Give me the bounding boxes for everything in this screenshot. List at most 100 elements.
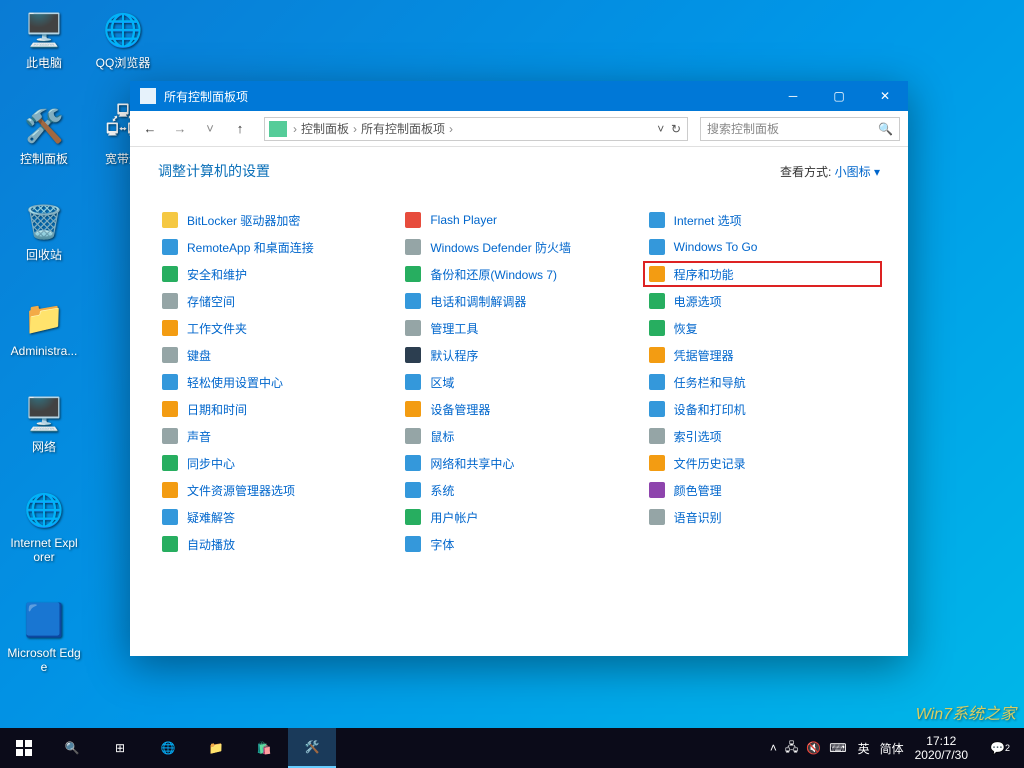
breadcrumb-item[interactable]: 所有控制面板项 [359,120,447,137]
explorer-options-icon [161,481,179,499]
search-input[interactable]: 搜索控制面板 🔍 [700,117,900,141]
cp-item-label: 安全和维护 [187,266,247,283]
language-bar[interactable]: 英 简体 [855,739,907,758]
cp-item-phone-modem[interactable]: 电话和调制解调器 [401,290,636,312]
edge-taskbar-icon[interactable]: 🌐 [144,728,192,768]
breadcrumb[interactable]: › 控制面板 › 所有控制面板项 › ˅ ↻ [264,117,688,141]
cp-item-label: 设备管理器 [430,401,490,418]
tray-overflow-icon[interactable]: ˄ [770,741,777,755]
cp-item-system[interactable]: 系统 [401,479,636,501]
cp-item-fonts[interactable]: 字体 [401,533,636,555]
cp-item-storage[interactable]: 存储空间 [158,290,393,312]
clock[interactable]: 17:12 2020/7/30 [907,734,976,762]
cp-item-user-accounts[interactable]: 用户帐户 [401,506,636,528]
network-tray-icon[interactable]: 🖧 [785,738,798,759]
desktop-icon-recycle-bin[interactable]: 🗑️回收站 [7,200,81,262]
cp-item-label: 工作文件夹 [187,320,247,337]
chevron-right-icon: › [447,122,455,136]
cp-item-mouse[interactable]: 鼠标 [401,425,636,447]
cp-item-workfolders[interactable]: 工作文件夹 [158,317,393,339]
qq-browser-icon: 🌐 [101,8,145,52]
administrator-icon: 📁 [22,296,66,340]
cp-item-default-programs[interactable]: 默认程序 [401,344,636,366]
cp-item-troubleshoot[interactable]: 疑难解答 [158,506,393,528]
cp-item-label: 程序和功能 [674,266,734,283]
cp-item-devices-printers[interactable]: 设备和打印机 [645,398,880,420]
cp-item-ease-of-access[interactable]: 轻松使用设置中心 [158,371,393,393]
cp-item-sound[interactable]: 声音 [158,425,393,447]
cp-item-recovery[interactable]: 恢复 [645,317,880,339]
cp-item-label: 设备和打印机 [674,401,746,418]
close-button[interactable]: ✕ [862,81,908,111]
watermark: Win7系统之家 [916,700,1016,724]
desktop-icon-this-pc[interactable]: 🖥️此电脑 [7,8,81,70]
maximize-button[interactable]: ▢ [816,81,862,111]
desktop-icon-label: Microsoft Edge [7,646,81,674]
desktop-icon-network[interactable]: 🖥️网络 [7,392,81,454]
action-center-button[interactable]: 💬2 [976,728,1024,768]
desktop-icon-internet-explorer[interactable]: 🌐Internet Explorer [7,488,81,564]
cp-item-region[interactable]: 区域 [401,371,636,393]
desktop-icon-microsoft-edge[interactable]: 🟦Microsoft Edge [7,598,81,674]
control-panel-shortcut-icon: 🛠️ [22,104,66,148]
cp-item-security[interactable]: 安全和维护 [158,263,393,285]
cp-item-file-history[interactable]: 文件历史记录 [645,452,880,474]
ease-of-access-icon [161,373,179,391]
cp-item-taskbar-nav[interactable]: 任务栏和导航 [645,371,880,393]
breadcrumb-item[interactable]: 控制面板 [299,120,351,137]
cp-item-speech[interactable]: 语音识别 [645,506,880,528]
cp-item-internet-options[interactable]: Internet 选项 [645,209,880,231]
cp-item-credential-manager[interactable]: 凭据管理器 [645,344,880,366]
cp-item-label: 默认程序 [430,347,478,364]
cp-item-label: 区域 [430,374,454,391]
cp-item-autoplay[interactable]: 自动播放 [158,533,393,555]
control-panel-taskbar-icon[interactable]: 🛠️ [288,728,336,768]
tray: ˄ 🖧 🔇 ⌨ [762,738,855,759]
cp-item-backup-win7[interactable]: 备份和还原(Windows 7) [401,263,636,285]
start-button[interactable] [0,728,48,768]
recent-dropdown[interactable]: ˅ [198,121,222,136]
cp-item-label: 声音 [187,428,211,445]
cp-item-date-time[interactable]: 日期和时间 [158,398,393,420]
forward-button[interactable]: → [168,121,192,136]
default-programs-icon [404,346,422,364]
minimize-button[interactable]: ─ [770,81,816,111]
cp-item-admin-tools[interactable]: 管理工具 [401,317,636,339]
task-view-button[interactable]: ⊞ [96,728,144,768]
cp-item-explorer-options[interactable]: 文件资源管理器选项 [158,479,393,501]
search-button[interactable]: 🔍 [48,728,96,768]
cp-item-label: 电话和调制解调器 [430,293,526,310]
desktop-icon-qq-browser[interactable]: 🌐QQ浏览器 [86,8,160,70]
power-options-icon [648,292,666,310]
taskbar: 🔍 ⊞ 🌐 📁 🛍️ 🛠️ ˄ 🖧 🔇 ⌨ 英 简体 17:12 2020/7/… [0,728,1024,768]
network-sharing-icon [404,454,422,472]
cp-item-bitlocker[interactable]: BitLocker 驱动器加密 [158,209,393,231]
ime-tray-icon[interactable]: ⌨ [829,741,846,755]
cp-item-power-options[interactable]: 电源选项 [645,290,880,312]
cp-item-flash[interactable]: Flash Player [401,209,636,231]
cp-item-defender[interactable]: Windows Defender 防火墙 [401,236,636,258]
cp-item-indexing[interactable]: 索引选项 [645,425,880,447]
desktop-icon-administrator[interactable]: 📁Administra... [7,296,81,358]
cp-item-sync-center[interactable]: 同步中心 [158,452,393,474]
explorer-taskbar-icon[interactable]: 📁 [192,728,240,768]
desktop-icon-label: 控制面板 [7,152,81,166]
cp-item-keyboard[interactable]: 键盘 [158,344,393,366]
cp-item-programs-features[interactable]: 程序和功能 [645,263,880,285]
volume-tray-icon[interactable]: 🔇 [806,741,821,755]
cp-item-windows-to-go[interactable]: Windows To Go [645,236,880,258]
view-mode-link[interactable]: 小图标 ▾ [835,165,880,179]
cp-item-device-manager[interactable]: 设备管理器 [401,398,636,420]
back-button[interactable]: ← [138,121,162,136]
cp-item-color-management[interactable]: 颜色管理 [645,479,880,501]
desktop-icon-control-panel-shortcut[interactable]: 🛠️ 控制面板 [7,104,81,166]
up-button[interactable]: ↑ [228,121,252,136]
window-title: 所有控制面板项 [164,88,770,105]
store-taskbar-icon[interactable]: 🛍️ [240,728,288,768]
cp-item-label: Windows Defender 防火墙 [430,239,571,256]
breadcrumb-dropdown[interactable]: ˅ ↻ [655,122,683,136]
control-panel-grid: BitLocker 驱动器加密 Flash Player Internet 选项 Re… [158,209,880,555]
cp-item-network-sharing[interactable]: 网络和共享中心 [401,452,636,474]
admin-tools-icon [404,319,422,337]
cp-item-remoteapp[interactable]: RemoteApp 和桌面连接 [158,236,393,258]
